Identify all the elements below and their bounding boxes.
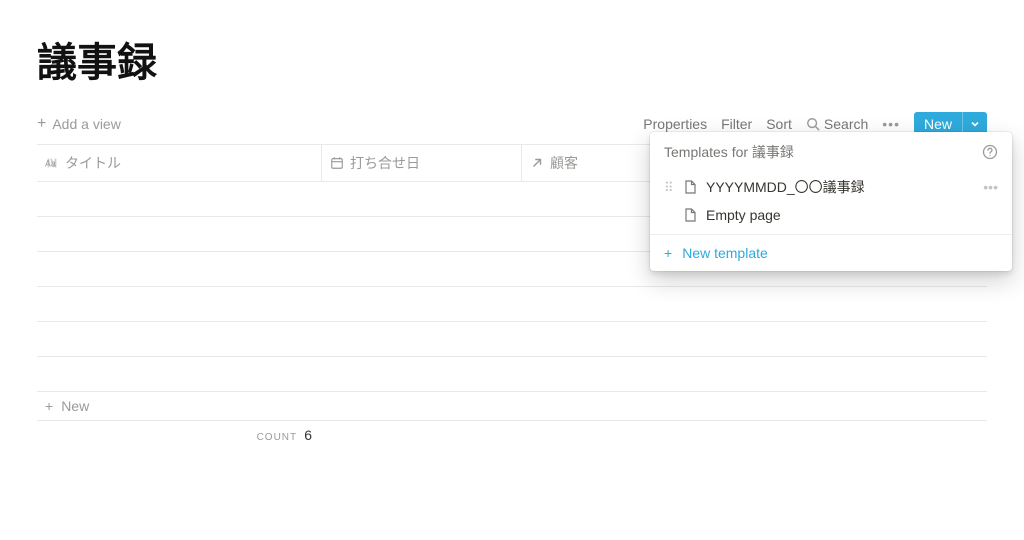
dropdown-title: Templates for 議事録 — [664, 142, 794, 162]
more-icon[interactable]: ••• — [882, 116, 900, 132]
column-header-date[interactable]: 打ち合せ日 — [322, 145, 522, 181]
table-row[interactable] — [37, 357, 987, 392]
calendar-icon — [330, 156, 344, 170]
filter-button[interactable]: Filter — [721, 116, 752, 132]
template-item[interactable]: ⠿ YYYYMMDD_〇〇議事録 ••• — [650, 172, 1012, 202]
search-label: Search — [824, 116, 868, 132]
dropdown-header: Templates for 議事録 — [650, 132, 1012, 172]
add-view-button[interactable]: + Add a view — [37, 116, 121, 132]
templates-dropdown: Templates for 議事録 ⠿ YYYYMMDD_〇〇議事録 ••• E… — [650, 132, 1012, 271]
page-title: 議事録 — [0, 0, 1024, 88]
column-customer-label: 顧客 — [550, 153, 578, 173]
search-icon — [806, 117, 820, 131]
count-cell[interactable]: COUNT 6 — [37, 427, 322, 443]
drag-handle-icon[interactable]: ⠿ — [664, 181, 674, 194]
add-view-label: Add a view — [52, 116, 120, 132]
plus-icon: + — [664, 245, 672, 261]
add-row-label: New — [61, 398, 89, 414]
title-property-icon: Aa — [45, 156, 59, 170]
table-footer: COUNT 6 — [37, 421, 987, 449]
table-row[interactable] — [37, 287, 987, 322]
chevron-down-icon — [970, 119, 980, 129]
plus-icon: + — [45, 398, 53, 414]
count-label: COUNT — [257, 432, 298, 443]
help-icon[interactable] — [982, 144, 998, 160]
new-template-button[interactable]: + New template — [650, 234, 1012, 265]
template-more-icon[interactable]: ••• — [983, 179, 998, 195]
column-header-title[interactable]: Aa タイトル — [37, 145, 322, 181]
column-date-label: 打ち合せ日 — [350, 153, 420, 173]
page-icon — [682, 179, 698, 195]
new-template-label: New template — [682, 245, 768, 261]
add-row-button[interactable]: + New — [37, 392, 987, 421]
table-row[interactable] — [37, 322, 987, 357]
plus-icon: + — [37, 116, 46, 132]
svg-text:Aa: Aa — [45, 159, 56, 169]
empty-page-label: Empty page — [706, 207, 998, 223]
page-icon — [682, 207, 698, 223]
sort-button[interactable]: Sort — [766, 116, 792, 132]
template-item-label: YYYYMMDD_〇〇議事録 — [706, 177, 975, 197]
relation-icon — [530, 156, 544, 170]
count-value: 6 — [304, 427, 312, 443]
column-title-label: タイトル — [65, 153, 121, 173]
empty-page-item[interactable]: Empty page — [650, 202, 1012, 228]
search-button[interactable]: Search — [806, 116, 868, 132]
properties-button[interactable]: Properties — [643, 116, 707, 132]
